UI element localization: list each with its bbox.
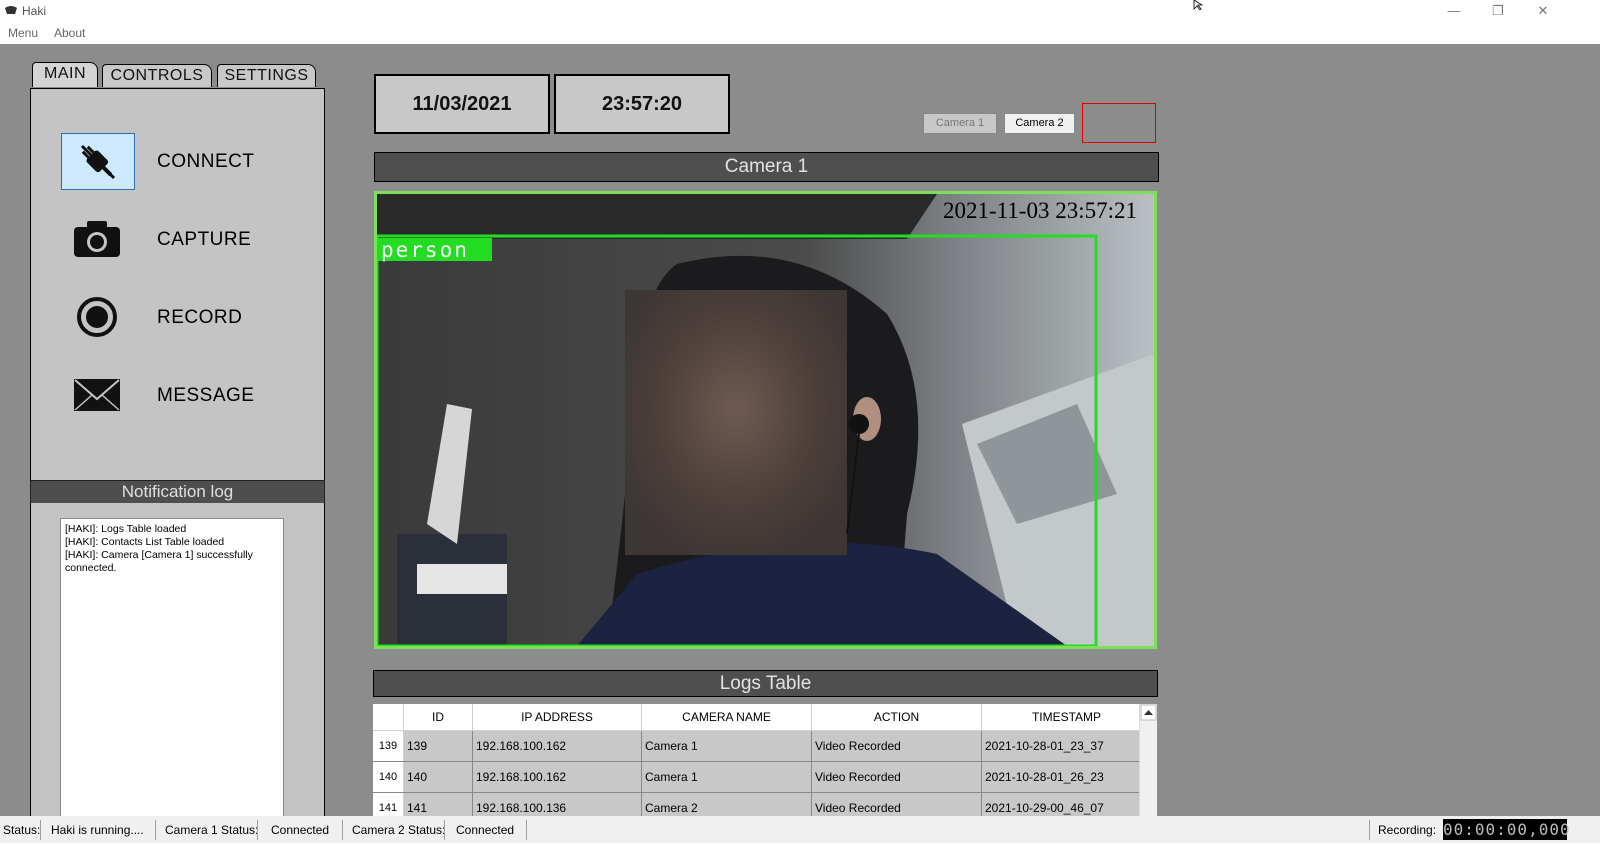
camera-icon[interactable]	[61, 211, 133, 266]
detection-label: person	[381, 238, 469, 262]
time-display: 23:57:20	[554, 74, 730, 134]
connect-action[interactable]: CONNECT	[31, 133, 324, 193]
action-panel: CONNECT CAPTURE RECORD MESSAGE	[30, 88, 325, 482]
status-divider	[155, 820, 156, 840]
logs-table-container: ID IP ADDRESS CAMERA NAME ACTION TIMESTA…	[373, 704, 1156, 833]
logs-scrollbar[interactable]	[1139, 704, 1157, 833]
cell-camera[interactable]: Camera 1	[641, 761, 812, 793]
camera-timestamp: 2021-11-03 23:57:21	[943, 198, 1137, 223]
cell-timestamp[interactable]: 2021-10-28-01_23_37	[981, 730, 1152, 762]
column-header[interactable]: ID	[403, 704, 473, 731]
notification-log-header: Notification log	[30, 480, 325, 504]
status-divider	[526, 820, 527, 840]
connect-label: CONNECT	[157, 151, 255, 172]
record-label: RECORD	[157, 307, 243, 328]
message-label: MESSAGE	[157, 385, 255, 406]
cell-ip[interactable]: 192.168.100.162	[472, 730, 642, 762]
capture-label: CAPTURE	[157, 229, 252, 250]
menu-bar: Menu About	[0, 22, 1600, 44]
title-bar: Haki — ❐ ✕	[0, 0, 1600, 22]
row-header[interactable]: 140	[373, 761, 404, 793]
window-title: Haki	[22, 4, 47, 18]
record-icon[interactable]	[61, 289, 133, 344]
corner-cell	[373, 704, 404, 731]
tab-controls[interactable]: CONTROLS	[102, 64, 212, 87]
app-logo-icon	[5, 6, 17, 14]
recording-timer: 00:00:00,000	[1443, 819, 1571, 840]
cell-camera[interactable]: Camera 1	[641, 730, 812, 762]
camera-feed: person 2021-11-03 23:57:21	[374, 191, 1157, 649]
tab-settings[interactable]: SETTINGS	[217, 64, 316, 87]
status-value: Haki is running....	[51, 823, 144, 837]
column-header[interactable]: IP ADDRESS	[472, 704, 642, 731]
table-row[interactable]: 139 139 192.168.100.162 Camera 1 Video R…	[373, 730, 1152, 762]
menu-about[interactable]: About	[54, 26, 85, 40]
recording-label: Recording:	[1378, 823, 1437, 837]
camera-2-status-label: Camera 2 Status:	[352, 823, 446, 837]
notification-line: [HAKI]: Logs Table loaded	[65, 523, 187, 535]
camera-image: person 2021-11-03 23:57:21	[377, 194, 1154, 646]
main-area: MAIN CONTROLS SETTINGS CONNECT CAPTURE R…	[0, 44, 1600, 838]
record-action[interactable]: RECORD	[31, 289, 324, 349]
status-divider	[342, 820, 343, 840]
status-divider	[257, 820, 258, 840]
cell-id[interactable]: 139	[403, 730, 473, 762]
table-row[interactable]: 140 140 192.168.100.162 Camera 1 Video R…	[373, 761, 1152, 793]
cell-id[interactable]: 140	[403, 761, 473, 793]
mouse-cursor-icon	[1193, 0, 1204, 10]
column-header[interactable]: TIMESTAMP	[981, 704, 1152, 731]
notification-line: [HAKI]: Contacts List Table loaded	[65, 536, 225, 548]
date-display: 11/03/2021	[374, 74, 550, 134]
plug-disconnect-icon[interactable]	[61, 133, 135, 190]
notification-log-panel: [HAKI]: Logs Table loaded [HAKI]: Contac…	[30, 503, 325, 838]
cell-ip[interactable]: 192.168.100.162	[472, 761, 642, 793]
close-button[interactable]: ✕	[1521, 0, 1565, 22]
camera-1-button[interactable]: Camera 1	[923, 113, 997, 134]
column-header[interactable]: CAMERA NAME	[641, 704, 812, 731]
status-divider	[444, 820, 445, 840]
tab-main[interactable]: MAIN	[32, 62, 98, 87]
menu-menu[interactable]: Menu	[8, 26, 38, 40]
alert-indicator	[1082, 103, 1156, 143]
envelope-icon[interactable]	[61, 367, 133, 422]
camera-1-status-value: Connected	[271, 823, 330, 837]
status-label: Status:	[3, 823, 41, 837]
restore-button[interactable]: ❐	[1476, 0, 1520, 22]
logs-table-title: Logs Table	[373, 670, 1158, 697]
logs-table: ID IP ADDRESS CAMERA NAME ACTION TIMESTA…	[373, 704, 1152, 824]
camera-2-button[interactable]: Camera 2	[1004, 113, 1075, 134]
scroll-up-icon[interactable]	[1140, 704, 1157, 721]
capture-action[interactable]: CAPTURE	[31, 211, 324, 271]
minimize-button[interactable]: —	[1432, 0, 1476, 22]
notification-log-textbox[interactable]: [HAKI]: Logs Table loaded [HAKI]: Contac…	[60, 518, 284, 838]
status-divider	[40, 820, 41, 840]
cell-timestamp[interactable]: 2021-10-28-01_26_23	[981, 761, 1152, 793]
message-action[interactable]: MESSAGE	[31, 367, 324, 427]
camera-1-status-label: Camera 1 Status:	[165, 823, 259, 837]
cell-action[interactable]: Video Recorded	[811, 730, 982, 762]
status-divider	[1369, 820, 1370, 840]
status-bar: Status: Haki is running.... Camera 1 Sta…	[0, 816, 1600, 843]
cell-action[interactable]: Video Recorded	[811, 761, 982, 793]
column-header[interactable]: ACTION	[811, 704, 982, 731]
row-header[interactable]: 139	[373, 730, 404, 762]
notification-line: [HAKI]: Camera [Camera 1] successfully c…	[65, 549, 253, 574]
camera-view-title: Camera 1	[374, 152, 1159, 182]
camera-2-status-value: Connected	[456, 823, 515, 837]
